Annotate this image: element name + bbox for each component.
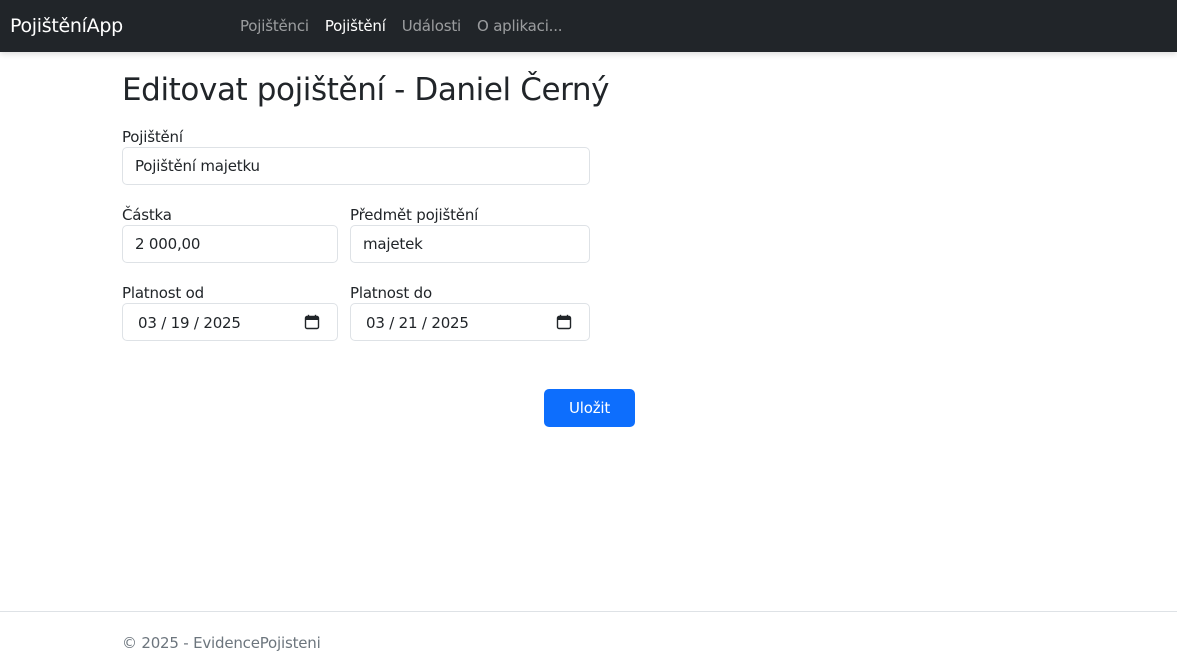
calendar-icon[interactable] xyxy=(304,314,320,330)
page-title: Editovat pojištění - Daniel Černý xyxy=(122,72,610,108)
footer: © 2025 - EvidencePojisteni xyxy=(0,611,1177,669)
subject-input[interactable] xyxy=(350,225,590,263)
navbar: PojištěníApp Pojištěnci Pojištění Událos… xyxy=(0,0,1177,52)
footer-copyright: © 2025 - EvidencePojisteni xyxy=(122,634,321,652)
nav-link-pojistenci[interactable]: Pojištěnci xyxy=(240,15,309,37)
valid-from-input[interactable]: 03 / 19 / 2025 xyxy=(122,303,338,341)
valid-to-label: Platnost do xyxy=(350,284,432,302)
brand-link[interactable]: PojištěníApp xyxy=(10,13,123,39)
calendar-icon[interactable] xyxy=(556,314,572,330)
insurance-label: Pojištění xyxy=(122,128,183,146)
amount-input[interactable] xyxy=(122,225,338,263)
subject-label: Předmět pojištění xyxy=(350,206,479,224)
amount-label: Částka xyxy=(122,206,172,224)
nav-links: Pojištěnci Pojištění Události O aplikaci… xyxy=(240,15,563,37)
nav-link-udalosti[interactable]: Události xyxy=(402,15,462,37)
valid-to-value: 03 / 21 / 2025 xyxy=(366,314,469,332)
valid-from-value: 03 / 19 / 2025 xyxy=(138,314,241,332)
insurance-input[interactable] xyxy=(122,147,590,185)
save-button[interactable]: Uložit xyxy=(544,389,635,427)
nav-link-o-aplikaci[interactable]: O aplikaci... xyxy=(477,15,563,37)
valid-to-input[interactable]: 03 / 21 / 2025 xyxy=(350,303,590,341)
nav-link-pojisteni[interactable]: Pojištění xyxy=(325,15,386,37)
valid-from-label: Platnost od xyxy=(122,284,204,302)
